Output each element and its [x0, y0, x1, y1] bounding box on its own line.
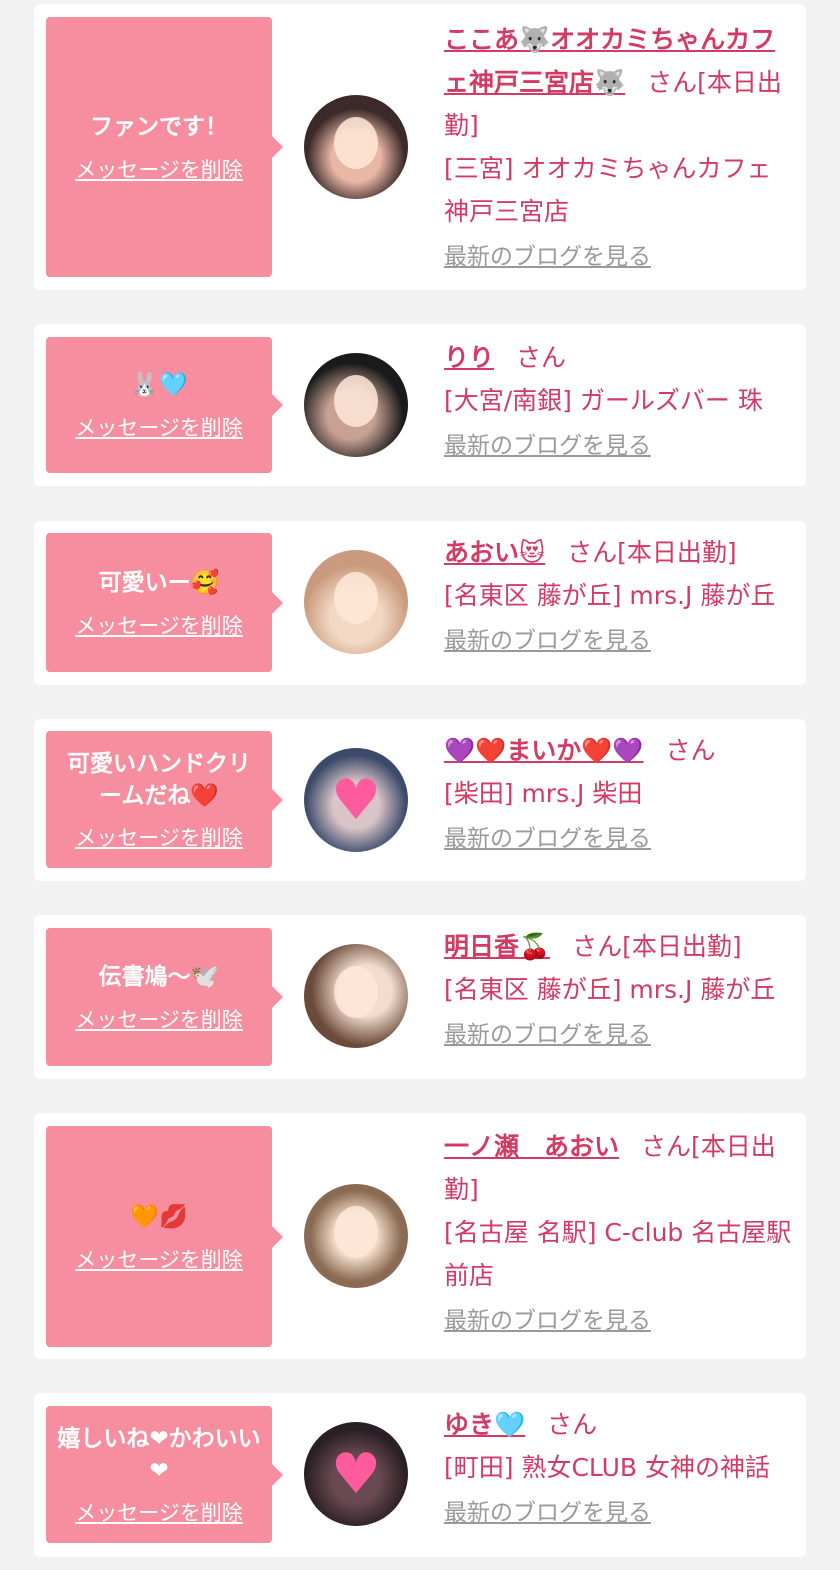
list-item: 🧡💋 メッセージを削除 一ノ瀬 あおい さん[本日出勤] [名古屋 名駅] C-c…	[34, 1113, 806, 1359]
shop-text: [大宮/南銀] ガールズバー 珠	[444, 386, 763, 415]
heart-sticker-icon: ♥	[330, 1442, 382, 1507]
delete-message-link[interactable]: メッセージを削除	[75, 822, 243, 852]
avatar[interactable]	[304, 944, 408, 1048]
delete-message-link[interactable]: メッセージを削除	[75, 412, 243, 442]
avatar[interactable]	[304, 353, 408, 457]
shop-text: [名古屋 名駅] C-club 名古屋駅前店	[444, 1218, 792, 1290]
message-text: 🧡💋	[130, 1203, 188, 1230]
list-item: 嬉しいね❤かわいい❤ メッセージを削除 ♥ ゆき🩵 さん [町田] 熟女CLUB …	[34, 1393, 806, 1557]
list-item: 🐰🩵 メッセージを削除 りり さん [大宮/南銀] ガールズバー 珠 最新のブログ…	[34, 324, 806, 486]
name-suffix: さん	[516, 343, 567, 372]
cast-name-link[interactable]: りり	[444, 343, 494, 372]
list-item: 伝書鳩〜🕊️ メッセージを削除 明日香🍒 さん[本日出勤] [名東区 藤が丘] m…	[34, 915, 806, 1079]
delete-message-link[interactable]: メッセージを削除	[75, 1244, 243, 1274]
shop-text: [柴田] mrs.J 柴田	[444, 779, 643, 808]
shop-text: [三宮] オオカミちゃんカフェ神戸三宮店	[444, 154, 772, 226]
message-text: ファンです！	[90, 114, 228, 140]
favorites-list: ファンです！ メッセージを削除 ここあ🐺オオカミちゃんカフェ神戸三宮店🐺 さん[本…	[0, 0, 840, 1570]
latest-blog-link[interactable]: 最新のブログを見る	[444, 1017, 651, 1053]
name-suffix: さん	[665, 736, 716, 765]
message-bubble: 🐰🩵 メッセージを削除	[46, 337, 283, 473]
avatar-face	[334, 375, 378, 427]
avatar[interactable]	[304, 95, 408, 199]
avatar-face	[334, 966, 378, 1018]
heart-sticker-icon: ♥	[330, 768, 382, 833]
list-item: ファンです！ メッセージを削除 ここあ🐺オオカミちゃんカフェ神戸三宮店🐺 さん[本…	[34, 4, 806, 290]
avatar[interactable]	[304, 550, 408, 654]
latest-blog-link[interactable]: 最新のブログを見る	[444, 1303, 651, 1339]
latest-blog-link[interactable]: 最新のブログを見る	[444, 428, 651, 464]
profile-info: 💜❤️まいか❤️💜 さん [柴田] mrs.J 柴田 最新のブログを見る	[444, 729, 794, 859]
message-bubble: ファンです！ メッセージを削除	[46, 17, 283, 277]
avatar-face	[334, 572, 378, 624]
cast-name-link[interactable]: 💜❤️まいか❤️💜	[444, 736, 644, 765]
message-bubble: 🧡💋 メッセージを削除	[46, 1126, 283, 1347]
avatar[interactable]: ♥	[304, 748, 408, 852]
avatar[interactable]: ♥	[304, 1422, 408, 1526]
name-suffix: さん[本日出勤]	[567, 538, 737, 567]
name-suffix: さん[本日出勤]	[572, 932, 742, 961]
cast-name-link[interactable]: 一ノ瀬 あおい	[444, 1132, 619, 1161]
cast-name-link[interactable]: あおい😻	[444, 538, 545, 567]
message-text: 可愛いハンドクリームだね❤️	[67, 750, 251, 809]
profile-info: ゆき🩵 さん [町田] 熟女CLUB 女神の神話 最新のブログを見る	[444, 1403, 794, 1533]
message-text: 嬉しいね❤かわいい❤	[57, 1425, 261, 1484]
message-bubble: 可愛いー🥰 メッセージを削除	[46, 533, 283, 672]
profile-info: ここあ🐺オオカミちゃんカフェ神戸三宮店🐺 さん[本日出勤] [三宮] オオカミちゃ…	[444, 18, 794, 277]
delete-message-link[interactable]: メッセージを削除	[75, 1497, 243, 1527]
delete-message-link[interactable]: メッセージを削除	[75, 1004, 243, 1034]
message-bubble: 可愛いハンドクリームだね❤️ メッセージを削除	[46, 731, 283, 868]
shop-text: [名東区 藤が丘] mrs.J 藤が丘	[444, 975, 776, 1004]
profile-info: 一ノ瀬 あおい さん[本日出勤] [名古屋 名駅] C-club 名古屋駅前店 最…	[444, 1125, 794, 1341]
avatar-face	[334, 117, 378, 169]
list-item: 可愛いー🥰 メッセージを削除 あおい😻 さん[本日出勤] [名東区 藤が丘] mr…	[34, 521, 806, 685]
avatar-face	[334, 1206, 378, 1258]
latest-blog-link[interactable]: 最新のブログを見る	[444, 623, 651, 659]
message-bubble: 伝書鳩〜🕊️ メッセージを削除	[46, 928, 283, 1066]
latest-blog-link[interactable]: 最新のブログを見る	[444, 1495, 651, 1531]
message-text: 可愛いー🥰	[98, 569, 220, 596]
profile-info: あおい😻 さん[本日出勤] [名東区 藤が丘] mrs.J 藤が丘 最新のブログを…	[444, 531, 794, 661]
cast-name-link[interactable]: ゆき🩵	[444, 1410, 525, 1439]
name-suffix: さん	[547, 1410, 598, 1439]
avatar[interactable]	[304, 1184, 408, 1288]
latest-blog-link[interactable]: 最新のブログを見る	[444, 239, 651, 275]
delete-message-link[interactable]: メッセージを削除	[75, 154, 243, 184]
message-text: 🐰🩵	[130, 372, 188, 398]
profile-info: 明日香🍒 さん[本日出勤] [名東区 藤が丘] mrs.J 藤が丘 最新のブログを…	[444, 925, 794, 1055]
message-bubble: 嬉しいね❤かわいい❤ メッセージを削除	[46, 1406, 283, 1543]
message-text: 伝書鳩〜🕊️	[98, 964, 220, 990]
latest-blog-link[interactable]: 最新のブログを見る	[444, 821, 651, 857]
shop-text: [名東区 藤が丘] mrs.J 藤が丘	[444, 581, 776, 610]
delete-message-link[interactable]: メッセージを削除	[75, 610, 243, 640]
profile-info: りり さん [大宮/南銀] ガールズバー 珠 最新のブログを見る	[444, 336, 794, 466]
cast-name-link[interactable]: 明日香🍒	[444, 932, 550, 961]
shop-text: [町田] 熟女CLUB 女神の神話	[444, 1453, 770, 1482]
list-item: 可愛いハンドクリームだね❤️ メッセージを削除 ♥ 💜❤️まいか❤️💜 さん [柴…	[34, 719, 806, 881]
